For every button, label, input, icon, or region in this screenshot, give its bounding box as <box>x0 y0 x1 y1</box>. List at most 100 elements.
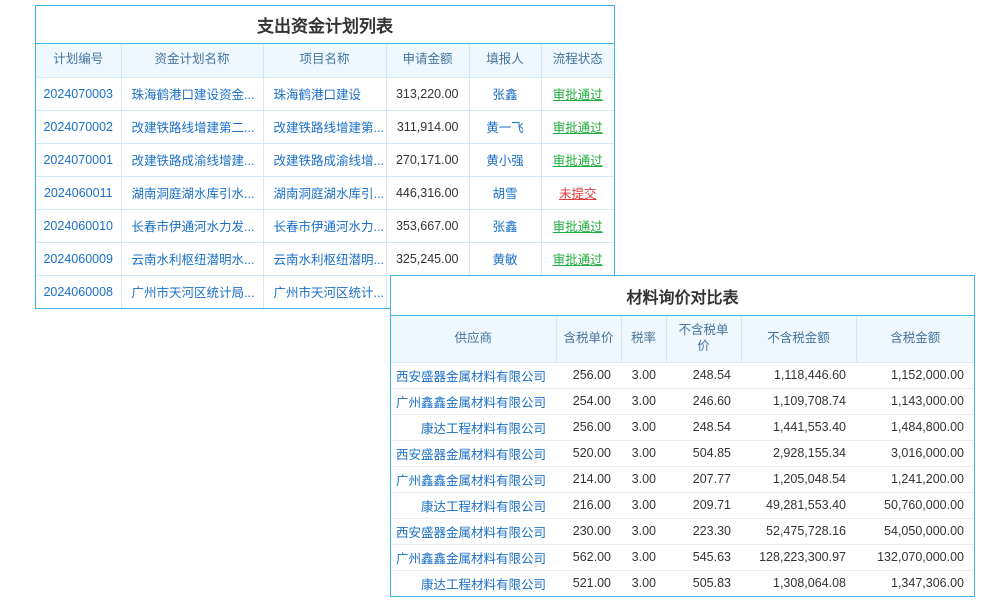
expense-plan-header-row: 计划编号资金计划名称项目名称申请金额填报人流程状态 <box>36 44 614 77</box>
unit-price-tax-value: 562.00 <box>556 544 621 570</box>
process-status-link[interactable]: 审批通过 <box>553 121 603 135</box>
plan-table-row: 2024060009 云南水利枢纽潜明水... 云南水利枢纽潜明...325,245… <box>36 242 614 275</box>
unit-price-tax-value: 214.00 <box>556 466 621 492</box>
plan-table-row: 2024060010长春市伊通河水力发...长春市伊通河水力...353,667… <box>36 209 614 242</box>
plan-name-link[interactable]: 广州市天河区统计局... <box>132 286 255 300</box>
unit-price-no-tax-value: 505.83 <box>666 570 741 596</box>
supplier-link[interactable]: 广州鑫鑫金属材料有限公司 <box>396 474 546 488</box>
amount-no-tax-value: 52,475,728.16 <box>741 518 856 544</box>
reporter-link[interactable]: 胡雪 <box>492 187 517 201</box>
plan-id-link[interactable]: 2024060011 <box>44 186 113 200</box>
quote-table-row: 康达工程材料有限公司 521.003.00505.831,308,064.081,… <box>391 570 974 596</box>
amount-no-tax-value: 1,205,048.54 <box>741 466 856 492</box>
project-name-link[interactable]: 珠海鹤港口建设 <box>274 88 362 102</box>
amount-tax-value: 1,152,000.00 <box>856 362 974 388</box>
supplier-link[interactable]: 康达工程材料有限公司 <box>421 500 546 514</box>
supplier-link[interactable]: 康达工程材料有限公司 <box>421 422 546 436</box>
tax-rate-value: 3.00 <box>621 466 666 492</box>
unit-price-tax-value: 521.00 <box>556 570 621 596</box>
tax-rate-value: 3.00 <box>621 440 666 466</box>
tax-rate-value: 3.00 <box>621 414 666 440</box>
amount-no-tax-value: 1,109,708.74 <box>741 388 856 414</box>
reporter-link[interactable]: 张鑫 <box>492 220 517 234</box>
project-name-link[interactable]: 长春市伊通河水力... <box>274 220 384 234</box>
quote-table-row: 广州鑫鑫金属材料有限公司254.003.00246.601,109,708.74… <box>391 388 974 414</box>
plan-id-link[interactable]: 2024070003 <box>43 87 113 101</box>
plan-name-link[interactable]: 长春市伊通河水力发... <box>132 220 255 234</box>
amount-no-tax-value: 1,308,064.08 <box>741 570 856 596</box>
process-status-link[interactable]: 审批通过 <box>553 253 603 267</box>
unit-price-tax-value: 216.00 <box>556 492 621 518</box>
amount-no-tax-value: 2,928,155.34 <box>741 440 856 466</box>
amount-tax-value: 1,484,800.00 <box>856 414 974 440</box>
process-status-link[interactable]: 审批通过 <box>553 88 603 102</box>
unit-price-tax-value: 254.00 <box>556 388 621 414</box>
material-quote-col-header: 含税单价 <box>556 316 621 362</box>
supplier-link[interactable]: 广州鑫鑫金属材料有限公司 <box>396 396 546 410</box>
plan-name-link[interactable]: 改建铁路成渝线增建... <box>132 154 255 168</box>
unit-price-no-tax-value: 207.77 <box>666 466 741 492</box>
apply-amount-value: 325,245.00 <box>386 242 469 275</box>
supplier-link[interactable]: 西安盛器金属材料有限公司 <box>396 526 546 540</box>
project-name-link[interactable]: 改建铁路成渝线增... <box>274 154 384 168</box>
amount-tax-value: 1,241,200.00 <box>856 466 974 492</box>
expense-plan-col-header: 填报人 <box>469 44 541 77</box>
process-status-link[interactable]: 审批通过 <box>553 220 603 234</box>
unit-price-no-tax-value: 504.85 <box>666 440 741 466</box>
material-quote-panel: 材料询价对比表 供应商含税单价税率不含税单价不含税金额含税金额 西安盛器金属材料… <box>390 275 975 597</box>
material-quote-title: 材料询价对比表 <box>391 276 974 316</box>
quote-table-row: 康达工程材料有限公司256.003.00248.541,441,553.401,… <box>391 414 974 440</box>
process-status-link[interactable]: 未提交 <box>559 187 597 201</box>
amount-no-tax-value: 128,223,300.97 <box>741 544 856 570</box>
plan-name-link[interactable]: 珠海鹤港口建设资金... <box>132 88 255 102</box>
supplier-link[interactable]: 康达工程材料有限公司 <box>421 578 546 592</box>
plan-name-link[interactable]: 云南水利枢纽潜明水... <box>132 253 255 267</box>
reporter-link[interactable]: 黄一飞 <box>486 121 524 135</box>
unit-price-tax-value: 256.00 <box>556 362 621 388</box>
expense-plan-col-header: 资金计划名称 <box>121 44 263 77</box>
plan-id-link[interactable]: 2024070001 <box>43 153 113 167</box>
process-status-link[interactable]: 审批通过 <box>553 154 603 168</box>
unit-price-no-tax-value: 209.71 <box>666 492 741 518</box>
material-quote-table: 供应商含税单价税率不含税单价不含税金额含税金额 西安盛器金属材料有限公司 256.… <box>391 316 974 596</box>
plan-id-link[interactable]: 2024060009 <box>43 252 113 266</box>
project-name-link[interactable]: 广州市天河区统计... <box>274 286 384 300</box>
material-quote-col-header: 不含税单价 <box>666 316 741 362</box>
project-name-link[interactable]: 湖南洞庭湖水库引... <box>274 187 384 201</box>
expense-plan-col-header: 项目名称 <box>263 44 386 77</box>
plan-name-link[interactable]: 改建铁路线增建第二... <box>132 121 255 135</box>
quote-table-row: 广州鑫鑫金属材料有限公司562.003.00545.63128,223,300.… <box>391 544 974 570</box>
unit-price-no-tax-value: 545.63 <box>666 544 741 570</box>
apply-amount-value: 270,171.00 <box>386 143 469 176</box>
expense-plan-col-header: 申请金额 <box>386 44 469 77</box>
plan-name-link[interactable]: 湖南洞庭湖水库引水... <box>132 187 255 201</box>
tax-rate-value: 3.00 <box>621 388 666 414</box>
plan-id-link[interactable]: 2024070002 <box>43 120 113 134</box>
reporter-link[interactable]: 张鑫 <box>492 88 517 102</box>
unit-price-tax-value: 230.00 <box>556 518 621 544</box>
expense-plan-panel: 支出资金计划列表 计划编号资金计划名称项目名称申请金额填报人流程状态 20240… <box>35 5 615 309</box>
plan-id-link[interactable]: 2024060008 <box>43 285 113 299</box>
apply-amount-value: 311,914.00 <box>386 110 469 143</box>
unit-price-no-tax-value: 248.54 <box>666 414 741 440</box>
reporter-link[interactable]: 黄小强 <box>486 154 524 168</box>
amount-tax-value: 132,070,000.00 <box>856 544 974 570</box>
project-name-link[interactable]: 云南水利枢纽潜明... <box>274 253 384 267</box>
plan-id-link[interactable]: 2024060010 <box>43 219 113 233</box>
unit-price-no-tax-value: 248.54 <box>666 362 741 388</box>
tax-rate-value: 3.00 <box>621 518 666 544</box>
reporter-link[interactable]: 黄敏 <box>492 253 517 267</box>
material-quote-header-row: 供应商含税单价税率不含税单价不含税金额含税金额 <box>391 316 974 362</box>
supplier-link[interactable]: 西安盛器金属材料有限公司 <box>396 448 546 462</box>
quote-table-row: 西安盛器金属材料有限公司256.003.00248.541,118,446.60… <box>391 362 974 388</box>
tax-rate-value: 3.00 <box>621 570 666 596</box>
supplier-link[interactable]: 广州鑫鑫金属材料有限公司 <box>396 552 546 566</box>
unit-price-no-tax-value: 223.30 <box>666 518 741 544</box>
project-name-link[interactable]: 改建铁路线增建第... <box>274 121 384 135</box>
amount-tax-value: 1,347,306.00 <box>856 570 974 596</box>
expense-plan-table: 计划编号资金计划名称项目名称申请金额填报人流程状态 2024070003 珠海鹤港… <box>36 44 614 308</box>
supplier-link[interactable]: 西安盛器金属材料有限公司 <box>396 370 546 384</box>
expense-plan-title: 支出资金计划列表 <box>36 6 614 44</box>
amount-tax-value: 1,143,000.00 <box>856 388 974 414</box>
plan-table-row: 2024070001 改建铁路成渝线增建... 改建铁路成渝线增...270,171… <box>36 143 614 176</box>
